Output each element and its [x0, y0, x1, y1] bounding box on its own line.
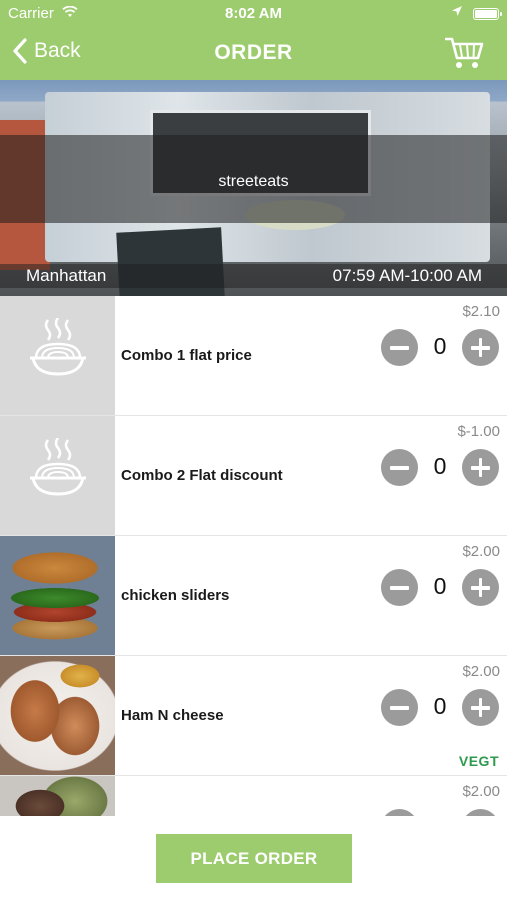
vendor-banner: streeteats Manhattan 07:59 AM-10:00 AM: [0, 80, 507, 296]
quantity-stepper[interactable]: 0: [381, 449, 499, 487]
item-quantity: 0: [433, 693, 447, 719]
item-name: Combo 2 Flat discount: [121, 467, 283, 484]
item-price: $2.00: [462, 783, 500, 800]
decrease-quantity-button[interactable]: [381, 689, 418, 726]
page-title: ORDER: [214, 41, 293, 64]
vendor-name: streeteats: [218, 173, 289, 190]
battery-icon: [473, 8, 502, 20]
vegetarian-tag: VEGT: [458, 753, 499, 769]
item-name: Ham N cheese: [121, 707, 224, 724]
item-price: $-1.00: [457, 423, 500, 440]
cart-icon[interactable]: [444, 36, 485, 70]
item-name: Combo 1 flat price: [121, 347, 252, 364]
vendor-hours: 07:59 AM-10:00 AM: [332, 266, 482, 285]
menu-item-list[interactable]: Combo 1 flat price $2.10 0 Combo 2 Flat …: [0, 296, 507, 816]
vendor-location: Manhattan: [26, 266, 107, 285]
location-arrow-icon: [451, 5, 463, 20]
increase-quantity-button[interactable]: [462, 329, 499, 366]
item-price: $2.00: [462, 663, 500, 680]
sandwich-photo: [0, 536, 115, 655]
noodle-bowl-icon: [0, 296, 115, 415]
noodle-bowl-icon: [0, 416, 115, 535]
increase-quantity-button[interactable]: [462, 689, 499, 726]
increase-quantity-button[interactable]: [462, 569, 499, 606]
food-photo: [0, 776, 115, 816]
status-bar: Carrier 8:02 AM: [0, 0, 507, 28]
ham-cheese-photo: [0, 656, 115, 775]
menu-item[interactable]: chicken sliders $2.00 0: [0, 536, 507, 656]
item-quantity: 0: [433, 333, 447, 359]
decrease-quantity-button[interactable]: [381, 569, 418, 606]
decrease-quantity-button[interactable]: [381, 449, 418, 486]
increase-quantity-button[interactable]: [462, 449, 499, 486]
quantity-stepper[interactable]: 0: [381, 689, 499, 727]
item-quantity: 0: [433, 453, 447, 479]
status-time: 8:02 AM: [225, 5, 282, 22]
item-quantity: 0: [433, 573, 447, 599]
navigation-bar: Back ORDER: [0, 28, 507, 80]
item-price: $2.00: [462, 543, 500, 560]
item-price: $2.10: [462, 303, 500, 320]
quantity-stepper[interactable]: 0: [381, 329, 499, 367]
footer: PLACE ORDER: [0, 816, 507, 900]
increase-quantity-button[interactable]: [462, 809, 499, 816]
menu-item[interactable]: Combo 1 flat price $2.10 0: [0, 296, 507, 416]
place-order-button[interactable]: PLACE ORDER: [156, 834, 352, 883]
menu-item[interactable]: Combo 2 Flat discount $-1.00 0: [0, 416, 507, 536]
menu-item[interactable]: $2.00 0: [0, 776, 507, 816]
decrease-quantity-button[interactable]: [381, 329, 418, 366]
quantity-stepper[interactable]: 0: [381, 569, 499, 607]
quantity-stepper[interactable]: 0: [381, 809, 499, 816]
decrease-quantity-button[interactable]: [381, 809, 418, 816]
menu-item[interactable]: Ham N cheese $2.00 0 VEGT: [0, 656, 507, 776]
item-name: chicken sliders: [121, 587, 230, 604]
